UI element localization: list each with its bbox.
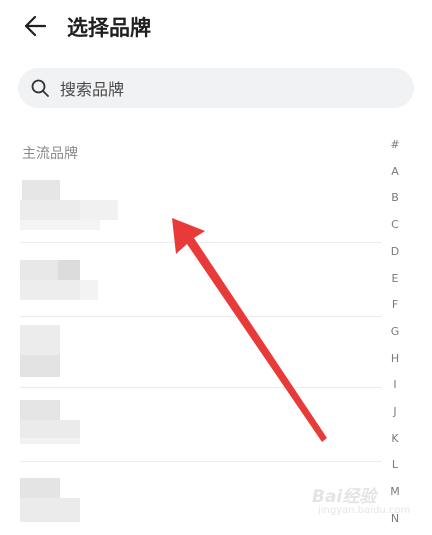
index-letter[interactable]: E (383, 272, 407, 285)
header-bar: 选择品牌 (0, 0, 432, 52)
search-input[interactable] (58, 68, 402, 110)
index-letter[interactable]: J (383, 405, 407, 418)
index-letter[interactable]: I (383, 378, 407, 391)
index-letter[interactable]: A (383, 165, 407, 178)
page-title: 选择品牌 (67, 16, 151, 40)
list-item[interactable] (20, 243, 382, 316)
list-item[interactable] (20, 168, 382, 241)
arrow-left-icon (24, 15, 47, 37)
index-letter[interactable]: H (383, 352, 407, 365)
index-letter[interactable]: K (383, 432, 407, 445)
index-letter[interactable]: L (383, 458, 407, 471)
back-button[interactable] (20, 10, 52, 42)
index-letter[interactable]: F (383, 298, 407, 311)
section-title: 主流品牌 (22, 146, 78, 162)
index-letter[interactable]: B (383, 191, 407, 204)
search-bar[interactable] (18, 68, 414, 110)
index-letter[interactable]: D (383, 245, 407, 258)
index-letter[interactable]: G (383, 325, 407, 338)
index-letter[interactable]: # (383, 138, 407, 151)
watermark-logo: Bai经验 jingyan.baidu.com (312, 487, 411, 516)
list-item[interactable] (20, 388, 382, 461)
list-item[interactable] (20, 317, 382, 390)
index-letter[interactable]: C (383, 218, 407, 231)
search-icon (31, 79, 49, 97)
